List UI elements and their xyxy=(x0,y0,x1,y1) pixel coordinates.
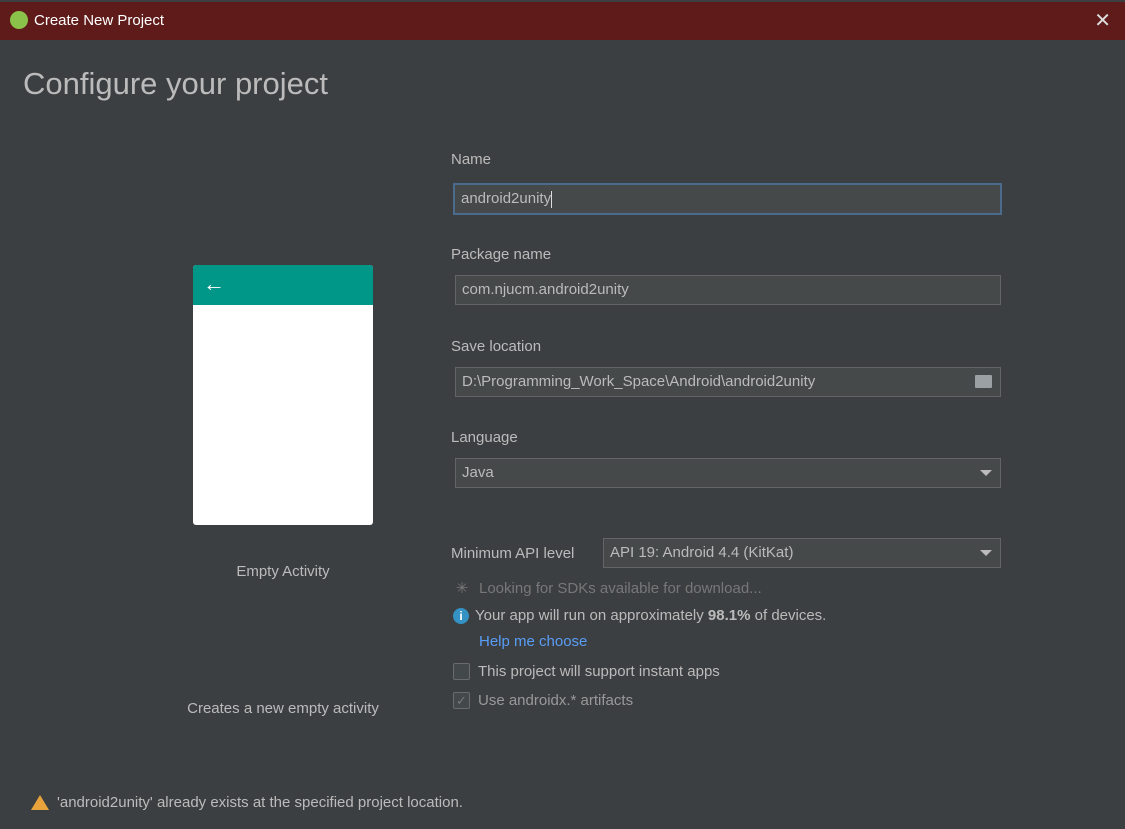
help-me-choose-link[interactable]: Help me choose xyxy=(479,633,587,650)
android-studio-logo-icon xyxy=(10,11,28,29)
title-bar: Create New Project ✕ xyxy=(0,0,1125,40)
instant-apps-checkbox[interactable] xyxy=(453,663,470,680)
package-name-input[interactable]: com.njucm.android2unity xyxy=(455,275,1001,305)
min-api-value: API 19: Android 4.4 (KitKat) xyxy=(610,544,794,561)
template-name: Empty Activity xyxy=(236,563,330,580)
coverage-text: Your app will run on approximately 98.1%… xyxy=(475,607,827,624)
close-icon[interactable]: ✕ xyxy=(1094,8,1111,33)
text-caret xyxy=(551,190,553,208)
spinner-icon: ✳ xyxy=(455,580,469,597)
androidx-checkbox: ✓ xyxy=(453,692,470,709)
folder-icon[interactable] xyxy=(975,375,992,388)
app-bar: ← xyxy=(193,265,373,305)
sdk-status: ✳ Looking for SDKs available for download… xyxy=(453,579,762,598)
name-input[interactable]: android2unity xyxy=(453,183,1002,215)
window-title: Create New Project xyxy=(34,12,165,29)
warning-icon xyxy=(31,795,49,810)
save-location-input[interactable]: D:\Programming_Work_Space\Android\androi… xyxy=(455,367,1001,397)
package-name-label: Package name xyxy=(451,246,552,263)
chevron-down-icon xyxy=(980,550,992,556)
back-arrow-icon: ← xyxy=(203,271,225,296)
template-description: Creates a new empty activity xyxy=(187,700,379,717)
androidx-checkbox-row: ✓ Use androidx.* artifacts xyxy=(453,692,633,709)
min-api-label: Minimum API level xyxy=(451,545,575,562)
min-api-dropdown[interactable]: API 19: Android 4.4 (KitKat) xyxy=(603,538,1001,568)
language-dropdown[interactable]: Java xyxy=(455,458,1001,488)
page-title: Configure your project xyxy=(23,66,328,101)
save-location-value: D:\Programming_Work_Space\Android\androi… xyxy=(462,373,816,390)
language-label: Language xyxy=(451,429,518,446)
coverage-info: i Your app will run on approximately 98.1… xyxy=(453,607,826,624)
androidx-label: Use androidx.* artifacts xyxy=(478,692,634,709)
save-location-label: Save location xyxy=(451,338,542,355)
info-icon: i xyxy=(453,607,469,624)
chevron-down-icon xyxy=(980,470,992,476)
warning-text: 'android2unity' already exists at the sp… xyxy=(57,794,463,811)
instant-apps-label: This project will support instant apps xyxy=(478,663,720,680)
sdk-status-text: Looking for SDKs available for download.… xyxy=(479,579,762,597)
warning-message: 'android2unity' already exists at the sp… xyxy=(31,794,463,811)
language-value: Java xyxy=(462,464,494,481)
template-preview: ← xyxy=(193,265,373,525)
name-label: Name xyxy=(451,151,492,168)
instant-apps-checkbox-row[interactable]: This project will support instant apps xyxy=(453,663,720,680)
name-value: android2unity xyxy=(461,190,552,207)
